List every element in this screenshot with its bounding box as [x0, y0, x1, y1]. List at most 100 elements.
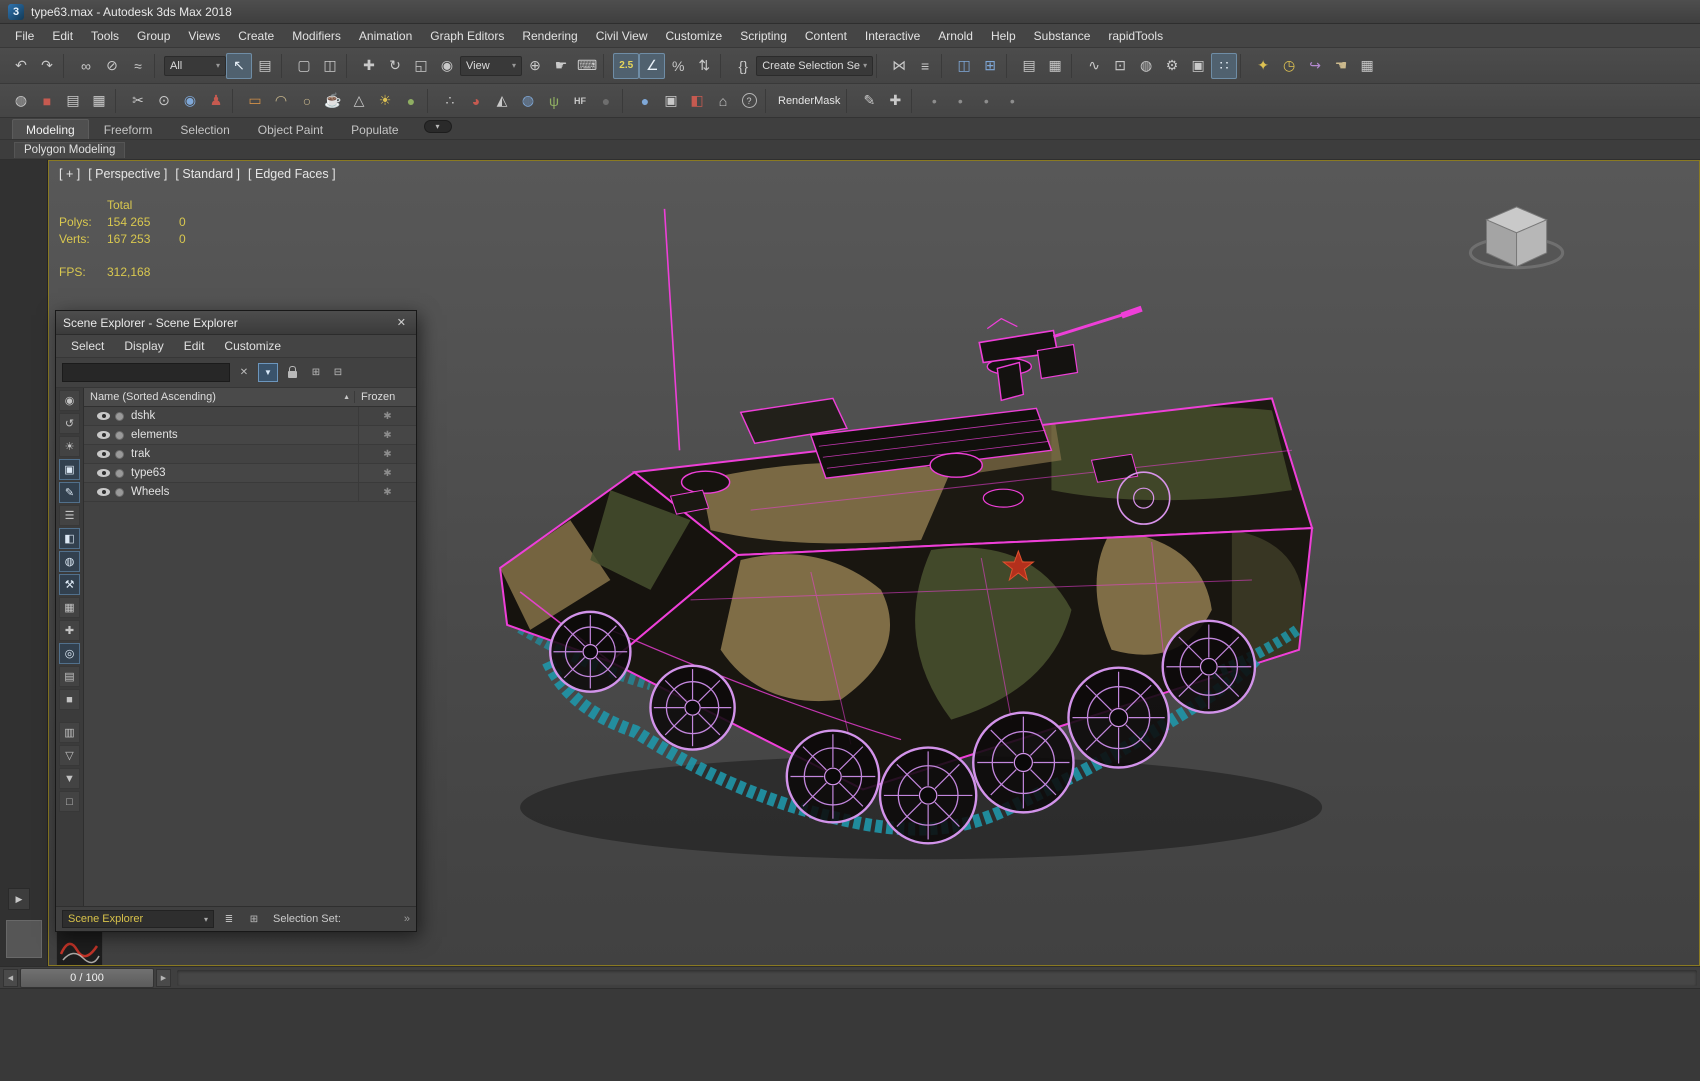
select-and-manipulate-icon[interactable]: ☛ [548, 53, 574, 79]
circle-primitive-icon[interactable]: ○ [294, 88, 320, 114]
snap-toggle-icon[interactable]: 2.5 [613, 52, 640, 79]
spinner-snap-icon[interactable]: ⇅ [691, 53, 717, 79]
se-display-list-icon[interactable]: ▥ [59, 722, 80, 743]
select-and-rotate-icon[interactable]: ↻ [382, 53, 408, 79]
use-pivot-center-icon[interactable]: ⊕ [522, 53, 548, 79]
menu-help[interactable]: Help [982, 27, 1025, 45]
visibility-eye-icon[interactable] [97, 450, 110, 458]
se-expand-all-icon[interactable]: ⊞ [306, 363, 326, 382]
red-swatch-icon[interactable]: ■ [34, 88, 60, 114]
menu-tools[interactable]: Tools [82, 27, 128, 45]
globe-icon[interactable]: ◍ [515, 88, 541, 114]
indicator-dot-2[interactable]: • [947, 88, 973, 114]
tab-freeform[interactable]: Freeform [91, 120, 166, 139]
indicator-dot-1[interactable]: • [921, 88, 947, 114]
material-editor-icon[interactable]: ◍ [1133, 53, 1159, 79]
menu-views[interactable]: Views [179, 27, 229, 45]
scissors-icon[interactable]: ✂ [125, 88, 151, 114]
frozen-toggle-icon[interactable]: ✱ [358, 445, 416, 463]
teapot-primitive-icon[interactable]: ☕ [320, 88, 346, 114]
previous-frame-button[interactable]: ◀ [3, 968, 18, 987]
menu-civil-view[interactable]: Civil View [587, 27, 657, 45]
se-search-input[interactable] [62, 363, 230, 382]
rapidtools-arrow-icon[interactable]: ↪ [1302, 53, 1328, 79]
knife-icon[interactable]: ✎ [856, 88, 882, 114]
se-menu-display[interactable]: Display [115, 338, 172, 354]
rendermask-button[interactable]: RenderMask [775, 88, 843, 114]
se-display-shapes-icon[interactable]: ✚ [59, 620, 80, 641]
window-crossing-icon[interactable]: ◫ [317, 53, 343, 79]
character-icon[interactable]: ♟ [203, 88, 229, 114]
undo-icon[interactable]: ↶ [8, 53, 34, 79]
next-frame-button[interactable]: ▶ [156, 968, 171, 987]
projector-icon[interactable]: ◉ [177, 88, 203, 114]
sun-icon[interactable]: ☀ [372, 88, 398, 114]
edit-named-selections-icon[interactable]: {} [730, 53, 756, 79]
material-map-icon[interactable]: ◍ [8, 88, 34, 114]
se-display-tools-icon[interactable]: ⚒ [59, 574, 80, 595]
indicator-dot-3[interactable]: • [973, 88, 999, 114]
plane-primitive-icon[interactable]: ▭ [242, 88, 268, 114]
visibility-eye-icon[interactable] [97, 488, 110, 496]
rapidtools-clock-icon[interactable]: ◷ [1276, 53, 1302, 79]
menu-file[interactable]: File [6, 27, 43, 45]
toggle-ribbon-icon[interactable]: ▦ [1042, 53, 1068, 79]
menu-edit[interactable]: Edit [43, 27, 82, 45]
cone-primitive-icon[interactable]: △ [346, 88, 372, 114]
tab-object-paint[interactable]: Object Paint [245, 120, 336, 139]
se-display-grid-icon[interactable]: ▦ [59, 597, 80, 618]
time-slider-track[interactable] [177, 969, 1697, 986]
align-icon[interactable]: ≡ [912, 53, 938, 79]
particle-array-icon[interactable]: ∴ [437, 88, 463, 114]
pyramid-icon[interactable]: ◭ [489, 88, 515, 114]
se-filter-icon[interactable]: ▼ [258, 363, 278, 382]
explorer-preset-dropdown[interactable]: Scene Explorer ▾ [62, 910, 214, 928]
scene-object-row[interactable]: trak ✱ [84, 445, 416, 464]
hf-tool-icon[interactable]: HF [567, 88, 593, 114]
explorer-layers-icon[interactable]: ≣ [219, 910, 239, 929]
se-display-xrefs-icon[interactable]: ◍ [59, 551, 80, 572]
close-icon[interactable]: ✕ [394, 316, 409, 329]
quarter-sphere-icon[interactable]: ◕ [463, 88, 489, 114]
half-red-icon[interactable]: ◧ [684, 88, 710, 114]
frozen-toggle-icon[interactable]: ✱ [358, 426, 416, 444]
column-header-frozen[interactable]: Frozen [354, 391, 412, 403]
se-display-groups-icon[interactable]: ◧ [59, 528, 80, 549]
keyboard-override-icon[interactable]: ⌨ [574, 53, 600, 79]
scene-object-row[interactable]: Wheels ✱ [84, 483, 416, 502]
scene-object-row[interactable]: elements ✱ [84, 426, 416, 445]
visibility-eye-icon[interactable] [97, 469, 110, 477]
menu-rendering[interactable]: Rendering [513, 27, 586, 45]
select-and-scale-icon[interactable]: ◱ [408, 53, 434, 79]
docked-panel-tab[interactable] [6, 920, 42, 958]
polygon-modeling-panel[interactable]: Polygon Modeling [14, 141, 126, 158]
expand-panel-button[interactable]: ▶ [8, 888, 30, 910]
tab-populate[interactable]: Populate [338, 120, 411, 139]
se-clear-search-icon[interactable]: ✕ [234, 363, 254, 382]
se-display-lights-icon[interactable]: ☀ [59, 436, 80, 457]
select-and-move-icon[interactable]: ✚ [356, 53, 382, 79]
menu-create[interactable]: Create [229, 27, 283, 45]
rendered-frame-icon[interactable]: ▣ [1185, 53, 1211, 79]
more-chevrons-icon[interactable]: » [404, 913, 410, 925]
visibility-eye-icon[interactable] [97, 431, 110, 439]
toggle-scene-explorer-icon[interactable]: ◫ [951, 53, 977, 79]
layered-square-icon[interactable]: ▣ [658, 88, 684, 114]
menu-scripting[interactable]: Scripting [731, 27, 796, 45]
dome-primitive-icon[interactable]: ◠ [268, 88, 294, 114]
angle-snap-icon[interactable]: ∠ [639, 52, 666, 79]
scene-object-row[interactable]: type63 ✱ [84, 464, 416, 483]
select-object-icon[interactable]: ↖ [226, 52, 252, 79]
menu-content[interactable]: Content [796, 27, 856, 45]
se-empty-area[interactable] [84, 502, 416, 906]
viewport-general-menu[interactable]: [ + ] [59, 167, 80, 181]
tab-selection[interactable]: Selection [167, 120, 242, 139]
menu-graph-editors[interactable]: Graph Editors [421, 27, 513, 45]
viewport-display-mode-menu[interactable]: [ Edged Faces ] [248, 167, 336, 181]
ribbon-config-dropdown[interactable]: ▾ [423, 120, 452, 133]
toggle-layer-explorer-icon[interactable]: ⊞ [977, 53, 1003, 79]
rectangular-selection-icon[interactable]: ▢ [291, 53, 317, 79]
redo-icon[interactable]: ↷ [34, 53, 60, 79]
mirror-icon[interactable]: ⋈ [886, 53, 912, 79]
se-menu-edit[interactable]: Edit [175, 338, 214, 354]
